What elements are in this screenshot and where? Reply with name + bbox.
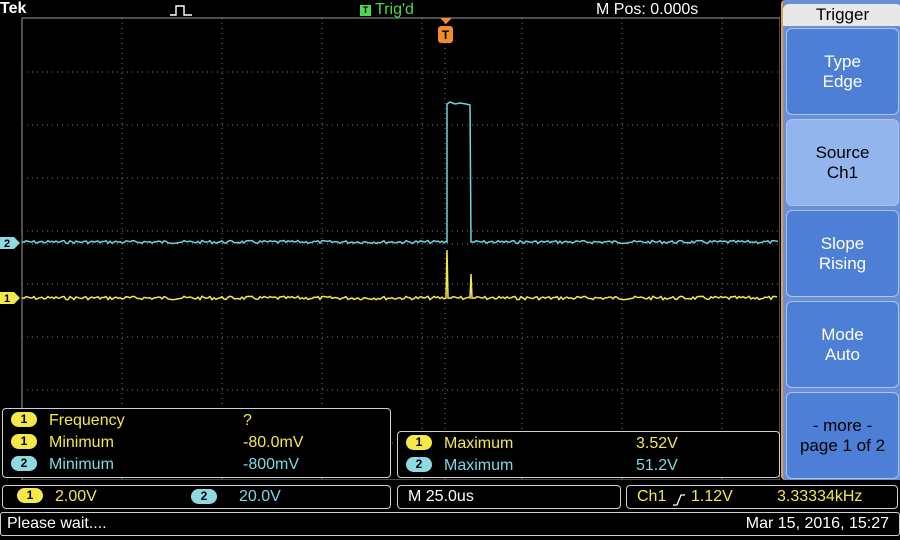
channel-badge: 1 — [11, 412, 37, 427]
channel-badge: 2 — [406, 457, 432, 472]
trigger-frequency-readout: 3.33334kHz — [777, 488, 863, 505]
button-label-line1: Mode — [821, 324, 864, 344]
measurement-name: Maximum — [444, 435, 514, 452]
measurement-value: -80.0mV — [243, 434, 304, 451]
measurement-value: 51.2V — [636, 457, 678, 474]
measurement-name: Minimum — [49, 434, 114, 451]
more-menu-button[interactable]: - more - page 1 of 2 — [786, 392, 899, 479]
button-label-line1: Source — [815, 142, 870, 162]
trigger-mode-button[interactable]: Mode Auto — [786, 301, 899, 388]
channel-badge: 2 — [11, 456, 37, 471]
measurement-value: -800mV — [243, 456, 300, 473]
bottom-readout-bar: 1 2.00V 2 20.0V M 25.0us Ch1 1.12V 3.33334… — [0, 485, 900, 509]
trigger-source-button[interactable]: Source Ch1 — [786, 119, 899, 206]
button-label-line2: Rising — [818, 253, 867, 273]
trigger-level-readout: 1.12V — [691, 488, 733, 505]
channel-2-scale: 20.0V — [239, 488, 281, 505]
button-label-line1: Slope — [820, 233, 865, 253]
measurement-panel-left[interactable]: 1 Frequency ? 1 Minimum -80.0mV 2 Minimum -… — [2, 408, 391, 478]
status-bar: Please wait.... Mar 15, 2016, 15:27 — [0, 512, 900, 536]
measurement-row: 2 Minimum -800mV — [11, 455, 299, 475]
trigger-slope-button[interactable]: Slope Rising — [786, 210, 899, 297]
trigger-side-menu: Trigger Type Edge Source Ch1 Slope Risin… — [781, 0, 900, 480]
channel-badge: 1 — [406, 435, 432, 450]
button-label-line2: Auto — [825, 344, 860, 364]
trigger-type-button[interactable]: Type Edge — [786, 28, 899, 115]
channel-1-ground-marker[interactable]: 1 — [0, 292, 20, 305]
trigger-readout[interactable]: Ch1 1.12V 3.33334kHz — [626, 485, 898, 509]
channel-badge: 1 — [11, 434, 37, 449]
rising-edge-icon — [673, 491, 685, 513]
button-label-line1: Type — [824, 51, 861, 71]
side-menu-title: Trigger — [783, 4, 900, 26]
measurement-row: 1 Minimum -80.0mV — [11, 433, 303, 453]
vertical-scale-readout[interactable]: 1 2.00V 2 20.0V — [2, 485, 391, 509]
button-label-line1: - more - — [812, 415, 873, 435]
button-label-line2: page 1 of 2 — [799, 435, 886, 455]
measurement-panel-right[interactable]: 1 Maximum 3.52V 2 Maximum 51.2V — [397, 431, 780, 478]
trigger-position-marker-label: T — [442, 28, 450, 42]
timebase-value: M 25.0us — [408, 488, 474, 505]
channel-1-badge: 1 — [17, 488, 43, 503]
button-label-line2: Ch1 — [826, 162, 859, 182]
measurement-row: 2 Maximum 51.2V — [406, 456, 678, 476]
status-message: Please wait.... — [7, 515, 107, 532]
measurement-value: 3.52V — [636, 435, 678, 452]
measurement-row: 1 Frequency ? — [11, 411, 252, 431]
channel-2-badge: 2 — [191, 489, 217, 504]
date-time: Mar 15, 2016, 15:27 — [745, 515, 889, 532]
measurement-name: Minimum — [49, 456, 114, 473]
channel-1-scale: 2.00V — [55, 488, 97, 505]
measurement-row: 1 Maximum 3.52V — [406, 434, 678, 454]
trigger-source-readout: Ch1 — [637, 488, 667, 505]
button-label-line2: Edge — [822, 71, 863, 91]
timebase-readout[interactable]: M 25.0us — [397, 485, 621, 509]
channel-2-ground-marker[interactable]: 2 — [0, 237, 20, 250]
channel-1-marker-label: 1 — [4, 293, 10, 305]
channel-2-marker-label: 2 — [4, 238, 10, 250]
measurement-name: Frequency — [49, 412, 125, 429]
measurement-name: Maximum — [444, 457, 514, 474]
measurement-value: ? — [243, 412, 252, 429]
